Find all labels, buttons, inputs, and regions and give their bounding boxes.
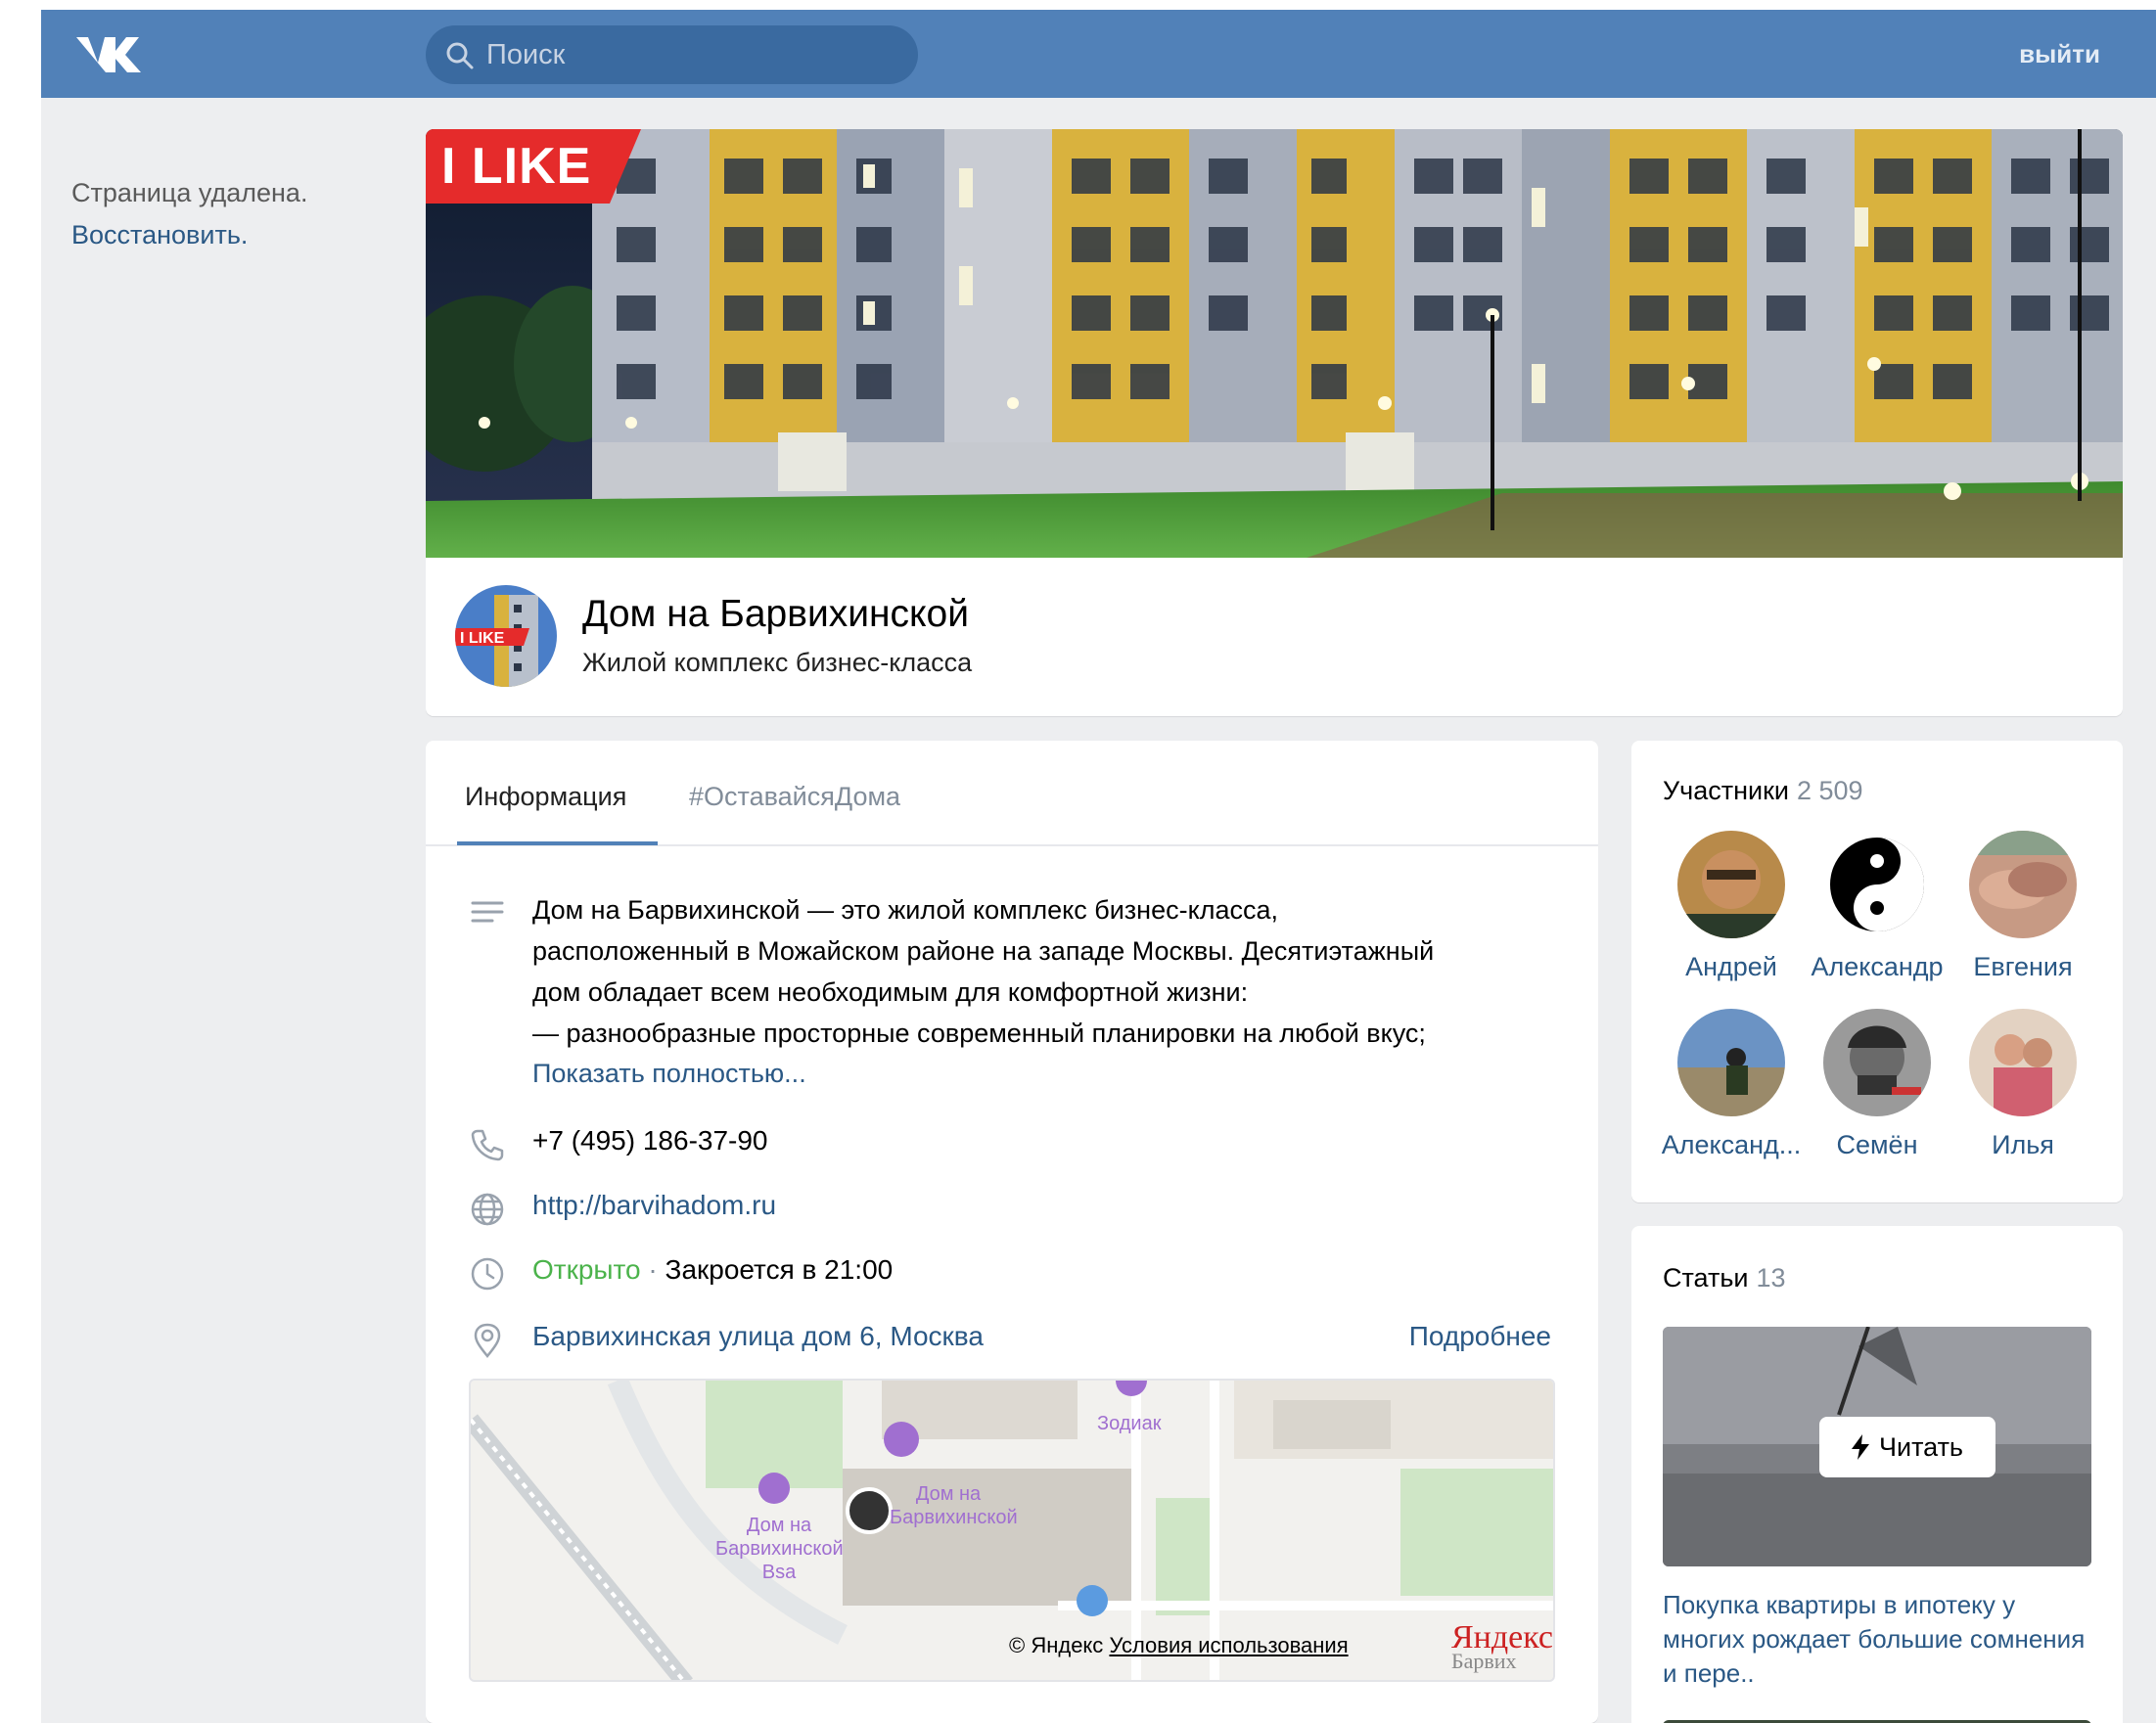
description-line: дом обладает всем необходимым для комфор…: [532, 977, 1249, 1007]
tab-stay-home[interactable]: #ОставайсяДома: [689, 782, 900, 812]
top-bar: выйти: [41, 10, 2156, 98]
info-tabs: Информация #ОставайсяДома: [426, 741, 1598, 846]
globe-icon: [471, 1193, 504, 1226]
description-line: расположенный в Можайском районе на запа…: [532, 936, 1435, 966]
description-line: Дом на Барвихинской — это жилой комплекс…: [532, 895, 1278, 925]
page-frame: выйти Страница удалена. Восстановить.: [41, 10, 2156, 1723]
member-item[interactable]: Илья: [1945, 1009, 2101, 1160]
map-terms-link[interactable]: Условия использования: [1109, 1633, 1348, 1657]
articles-count: 13: [1756, 1263, 1786, 1292]
member-avatar: [1823, 1009, 1931, 1116]
search-input[interactable]: [486, 25, 897, 84]
member-name: Александр: [1811, 952, 1944, 981]
members-count: 2 509: [1797, 776, 1863, 805]
group-avatar[interactable]: I LIKE: [455, 585, 557, 687]
phone-icon: [471, 1129, 504, 1161]
separator: ·: [640, 1254, 665, 1285]
open-status: Открыто: [532, 1254, 641, 1285]
opening-hours: Открыто · Закроется в 21:00: [532, 1254, 893, 1286]
i-like-badge-text: I LIKE: [441, 138, 592, 195]
member-item[interactable]: Александ...: [1653, 1009, 1810, 1160]
article-cover[interactable]: Читать: [1663, 1327, 2091, 1566]
cover-image: [426, 129, 2123, 558]
members-title[interactable]: Участники 2 509: [1663, 776, 1863, 806]
page-deleted-text: Страница удалена.: [71, 178, 308, 207]
members-title-text: Участники: [1663, 776, 1789, 805]
articles-title-text: Статьи: [1663, 1263, 1749, 1292]
restore-link[interactable]: Восстановить.: [71, 220, 248, 250]
map-label-house: Дом на Барвихинской: [890, 1483, 1018, 1528]
member-avatar: [1677, 1009, 1785, 1116]
member-item[interactable]: Евгения: [1945, 831, 2101, 982]
member-item[interactable]: Андрей: [1653, 831, 1810, 982]
member-avatar: [1969, 1009, 2077, 1116]
avatar-badge-text: I LIKE: [460, 630, 505, 647]
address-link[interactable]: Барвихинская улица дом 6, Москва: [532, 1321, 984, 1352]
search-icon: [446, 42, 474, 69]
description-line: — разнообразные просторные современный п…: [532, 1019, 1426, 1048]
member-name: Семён: [1836, 1130, 1918, 1159]
member-name: Евгения: [1973, 952, 2073, 981]
phone-number[interactable]: +7 (495) 186-37-90: [532, 1125, 768, 1156]
member-avatar: [1677, 831, 1785, 938]
location-map[interactable]: Зодиак Дом на Барвихинской Дом на Барвих…: [469, 1379, 1555, 1682]
read-button-label: Читать: [1879, 1431, 1963, 1462]
more-details-link[interactable]: Подробнее: [1409, 1321, 1551, 1352]
map-copyright: © Яндекс: [1009, 1633, 1104, 1657]
search-box[interactable]: [426, 25, 918, 84]
website-link[interactable]: http://barvihadom.ru: [532, 1190, 776, 1221]
description-icon: [471, 901, 504, 923]
logout-link[interactable]: выйти: [2019, 39, 2100, 69]
lightning-icon: [1852, 1434, 1869, 1460]
map-attribution: © Яндекс Условия использования: [1009, 1633, 1349, 1658]
group-cover-card: I LIKE I LIKE Дом на Барвихинской Жилой …: [426, 129, 2123, 716]
info-card: Информация #ОставайсяДома Дом на Барвихи…: [426, 741, 1598, 1723]
articles-card: Статьи 13 Читать Покупка квартиры в ипоте…: [1631, 1226, 2123, 1723]
group-status: Жилой комплекс бизнес-класса: [582, 648, 973, 677]
tab-information[interactable]: Информация: [465, 782, 626, 812]
members-card: Участники 2 509 Андрей Александр Евгения …: [1631, 741, 2123, 1202]
vk-logo-icon[interactable]: [72, 31, 143, 78]
member-item[interactable]: Семён: [1799, 1009, 1955, 1160]
member-name: Илья: [1992, 1130, 2054, 1159]
member-item[interactable]: Александр: [1799, 831, 1955, 982]
articles-title[interactable]: Статьи 13: [1663, 1263, 1786, 1293]
location-pin-icon: [474, 1323, 501, 1358]
clock-icon: [471, 1257, 504, 1291]
active-tab-indicator: [457, 841, 658, 845]
closing-time: Закроется в 21:00: [665, 1254, 894, 1285]
read-article-button[interactable]: Читать: [1819, 1417, 1995, 1477]
group-name: Дом на Барвихинской: [582, 593, 970, 635]
map-label-zodiak: Зодиак: [1097, 1413, 1162, 1434]
yandex-logo: Яндекс Барвих: [1451, 1619, 1553, 1674]
map-label-house-bsa: Дом на Барвихинской Bsa: [715, 1515, 844, 1583]
member-name: Андрей: [1685, 952, 1777, 981]
member-avatar: [1969, 831, 2077, 938]
member-name: Александ...: [1661, 1130, 1802, 1159]
group-description: Дом на Барвихинской — это жилой комплекс…: [532, 889, 1560, 1054]
article-title-link[interactable]: Покупка квартиры в ипотеку у многих рожд…: [1663, 1588, 2093, 1691]
show-more-link[interactable]: Показать полностью...: [532, 1059, 806, 1089]
member-avatar: [1823, 831, 1931, 938]
